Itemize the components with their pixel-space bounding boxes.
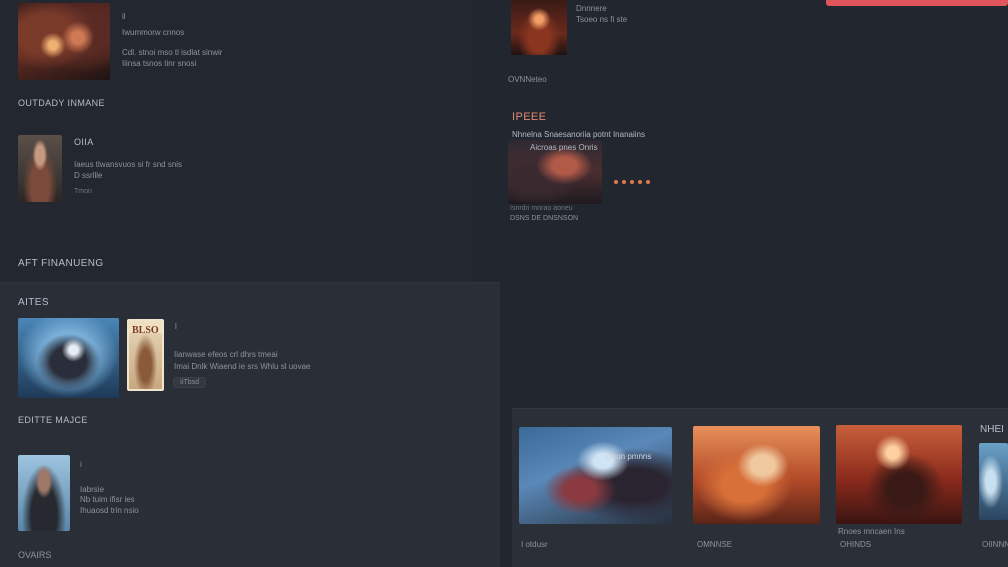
accent-action-button[interactable] (826, 0, 1008, 6)
footer-label: OVAIRS (18, 550, 52, 560)
gallery-item-caption[interactable]: OIINNNS (982, 540, 1008, 549)
carousel-dot[interactable] (638, 180, 642, 184)
item2-name[interactable]: OIIA (74, 137, 94, 147)
top-item-line2: Iiinsa tsnos tinr snosi (122, 59, 197, 68)
gallery-item-caption[interactable]: OMNNSE (697, 540, 732, 549)
top-item-title[interactable]: Iwummorw cnnos (122, 28, 184, 37)
item4-name[interactable]: Iabrsie (80, 485, 104, 494)
poster-text: BLSO (132, 325, 159, 336)
item2-chip[interactable]: Tmon (74, 188, 92, 195)
featured-overlay-text: Aicroas pnes Onris (530, 143, 598, 152)
carousel-dots[interactable] (614, 180, 650, 184)
section-label-outdady: OUTDADY INMANE (18, 98, 105, 108)
top-item-line1: Cdl. stnoi mso tl isdlat sinwir (122, 48, 223, 57)
item2-line2: D ssrllle (74, 171, 103, 180)
gallery-item-caption[interactable]: I otdusr (521, 540, 548, 549)
featured-heading[interactable]: IPEEE (512, 111, 546, 123)
featured-meta1: Isnrdn mnrao aoneu (510, 205, 573, 212)
item2-line1: Iaeus tlwansvuos si fr snd snis (74, 160, 183, 169)
gallery-item-thumbnail[interactable] (836, 425, 962, 524)
item2-thumbnail[interactable] (18, 135, 62, 202)
top-item-marker: il (122, 12, 126, 21)
carousel-dot[interactable] (622, 180, 626, 184)
featured-subheading: Nhnelna Snaesanoriia potnt Inanaiins (512, 130, 645, 139)
section-label-aites: AITES (18, 297, 49, 308)
right-top-panel (500, 0, 1008, 408)
item4-marker: i (80, 460, 82, 469)
gallery-item-thumbnail[interactable] (519, 427, 672, 524)
item3-line1: Iianwase efeos crl dhrs tmeai (174, 350, 278, 359)
item4-line1: Nb tuim ifisr ies (80, 495, 135, 504)
featured-meta2: DSNS DE DNSNSON (510, 215, 579, 222)
top-item-thumbnail[interactable] (18, 3, 110, 80)
item4-thumbnail[interactable] (18, 455, 70, 531)
item3-thumbnail[interactable] (18, 318, 119, 398)
item3-line2: Imai Dnlk Wiaend ie srs Whlu sl uovae (174, 362, 311, 371)
right-top-line1: Tsoeo ns fi ste (576, 15, 628, 24)
carousel-dot[interactable] (614, 180, 618, 184)
section-label-editte: EDITTE MAJCE (18, 415, 88, 425)
carousel-dot[interactable] (630, 180, 634, 184)
item4-line2: Ihuaosd trin nsio (80, 506, 139, 515)
section-label-aft: AFT FINANUENG (18, 258, 104, 269)
item3-chip[interactable]: IiTbsd (173, 377, 207, 388)
carousel-dot[interactable] (646, 180, 650, 184)
right-top-thumbnail[interactable] (511, 0, 567, 55)
item3-marker: l (175, 322, 177, 331)
right-divider-label: OVNNeteo (508, 75, 547, 84)
item3-poster[interactable]: BLSO (127, 319, 164, 391)
right-top-title[interactable]: Dnnnere (576, 4, 607, 13)
gallery-item-overlay: Rnoes mncaen Ins (838, 527, 905, 536)
gallery-item-caption[interactable]: OHINDS (840, 540, 871, 549)
gallery-item-thumbnail[interactable] (693, 426, 820, 524)
gallery-heading: NHEI (980, 424, 1004, 435)
gallery-item-thumbnail[interactable] (979, 443, 1008, 520)
gallery-item-overlay: Dnon pmnns (606, 452, 652, 461)
